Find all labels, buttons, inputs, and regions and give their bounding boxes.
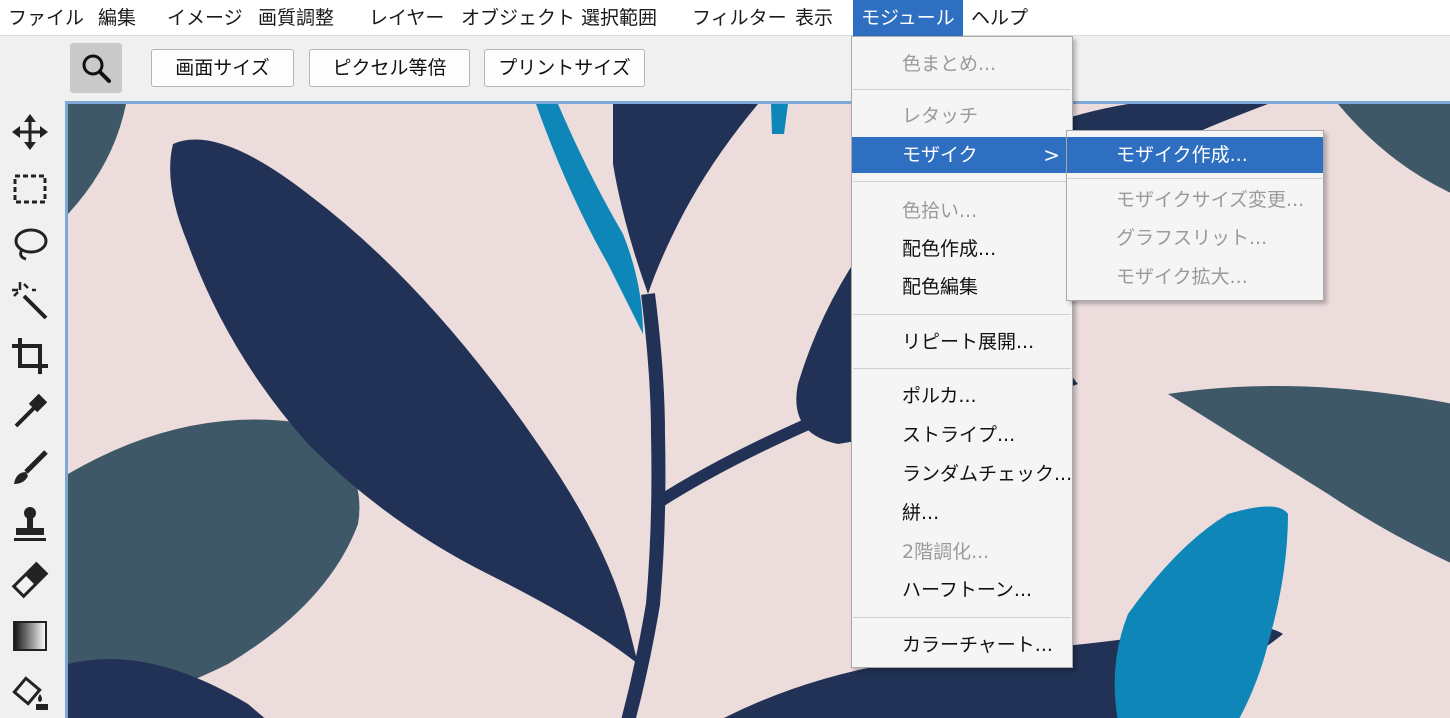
submenu-item-graph-slit[interactable]: グラフスリット... [1067, 220, 1323, 256]
menu-item-mosaic-label: モザイク [902, 144, 978, 166]
menu-item-halftone[interactable]: ハーフトーン... [852, 572, 1072, 608]
module-menu: 色まとめ... レタッチ モザイク > 色拾い... 配色作成... 配色編集 … [851, 36, 1073, 668]
menu-item-repeat[interactable]: リピート展開... [852, 324, 1072, 360]
menu-item-stripe[interactable]: ストライプ... [852, 417, 1072, 453]
bucket-icon[interactable] [10, 672, 50, 712]
rect-select-icon[interactable] [10, 168, 50, 208]
menu-layer[interactable]: レイヤー [369, 0, 444, 36]
menu-separator [1068, 178, 1322, 179]
menubar: ファイル 編集 イメージ 画質調整 レイヤー オブジェクト 選択範囲 フィルター… [0, 0, 1450, 36]
tool-palette [0, 102, 64, 718]
menu-item-color-chart[interactable]: カラーチャート... [852, 627, 1072, 663]
menu-item-kasuri[interactable]: 絣... [852, 495, 1072, 531]
actual-pixels-button[interactable]: ピクセル等倍 [309, 49, 470, 87]
menu-object[interactable]: オブジェクト [461, 0, 575, 36]
menu-adjust[interactable]: 画質調整 [258, 0, 334, 36]
menu-help[interactable]: ヘルプ [971, 0, 1028, 36]
menu-module[interactable]: モジュール [853, 0, 963, 36]
menu-item-polka[interactable]: ポルカ... [852, 378, 1072, 414]
menu-separator [853, 617, 1071, 618]
stamp-icon[interactable] [10, 504, 50, 544]
chevron-right-icon: > [1043, 143, 1060, 167]
menu-item-color-merge[interactable]: 色まとめ... [852, 46, 1072, 82]
submenu-item-mosaic-create[interactable]: モザイク作成... [1067, 137, 1323, 173]
fit-screen-button[interactable]: 画面サイズ [151, 49, 294, 87]
menu-separator [853, 181, 1071, 182]
menu-separator [853, 368, 1071, 369]
submenu-item-mosaic-enlarge[interactable]: モザイク拡大... [1067, 259, 1323, 295]
eraser-icon[interactable] [10, 560, 50, 600]
mosaic-submenu: モザイク作成... モザイクサイズ変更... グラフスリット... モザイク拡大… [1066, 130, 1324, 301]
move-icon[interactable] [10, 112, 50, 152]
menu-edit[interactable]: 編集 [98, 0, 136, 36]
menu-item-retouch[interactable]: レタッチ [852, 98, 1072, 134]
magnifier-icon[interactable] [70, 43, 122, 93]
menu-file[interactable]: ファイル [8, 0, 84, 36]
menu-item-mosaic[interactable]: モザイク > [852, 137, 1072, 173]
lasso-icon[interactable] [10, 224, 50, 264]
menu-item-random-check[interactable]: ランダムチェック... [852, 456, 1072, 492]
menu-item-color-pick[interactable]: 色拾い... [852, 193, 1072, 229]
menu-item-two-tone[interactable]: 2階調化... [852, 534, 1072, 570]
menu-item-color-scheme-edit[interactable]: 配色編集 [852, 269, 1072, 305]
menu-filter[interactable]: フィルター [692, 0, 787, 36]
eyedropper-icon[interactable] [10, 392, 50, 432]
menu-separator [853, 314, 1071, 315]
magic-wand-icon[interactable] [10, 280, 50, 320]
menu-separator [853, 89, 1071, 90]
toolbar: 画面サイズ ピクセル等倍 プリントサイズ [0, 36, 1450, 102]
print-size-button[interactable]: プリントサイズ [484, 49, 645, 87]
submenu-item-mosaic-resize[interactable]: モザイクサイズ変更... [1067, 182, 1323, 218]
crop-icon[interactable] [10, 336, 50, 376]
gradient-icon[interactable] [10, 616, 50, 656]
menu-selection[interactable]: 選択範囲 [581, 0, 657, 36]
menu-view[interactable]: 表示 [795, 0, 833, 36]
menu-image[interactable]: イメージ [167, 0, 243, 36]
menu-item-color-scheme-create[interactable]: 配色作成... [852, 231, 1072, 267]
brush-icon[interactable] [10, 448, 50, 488]
